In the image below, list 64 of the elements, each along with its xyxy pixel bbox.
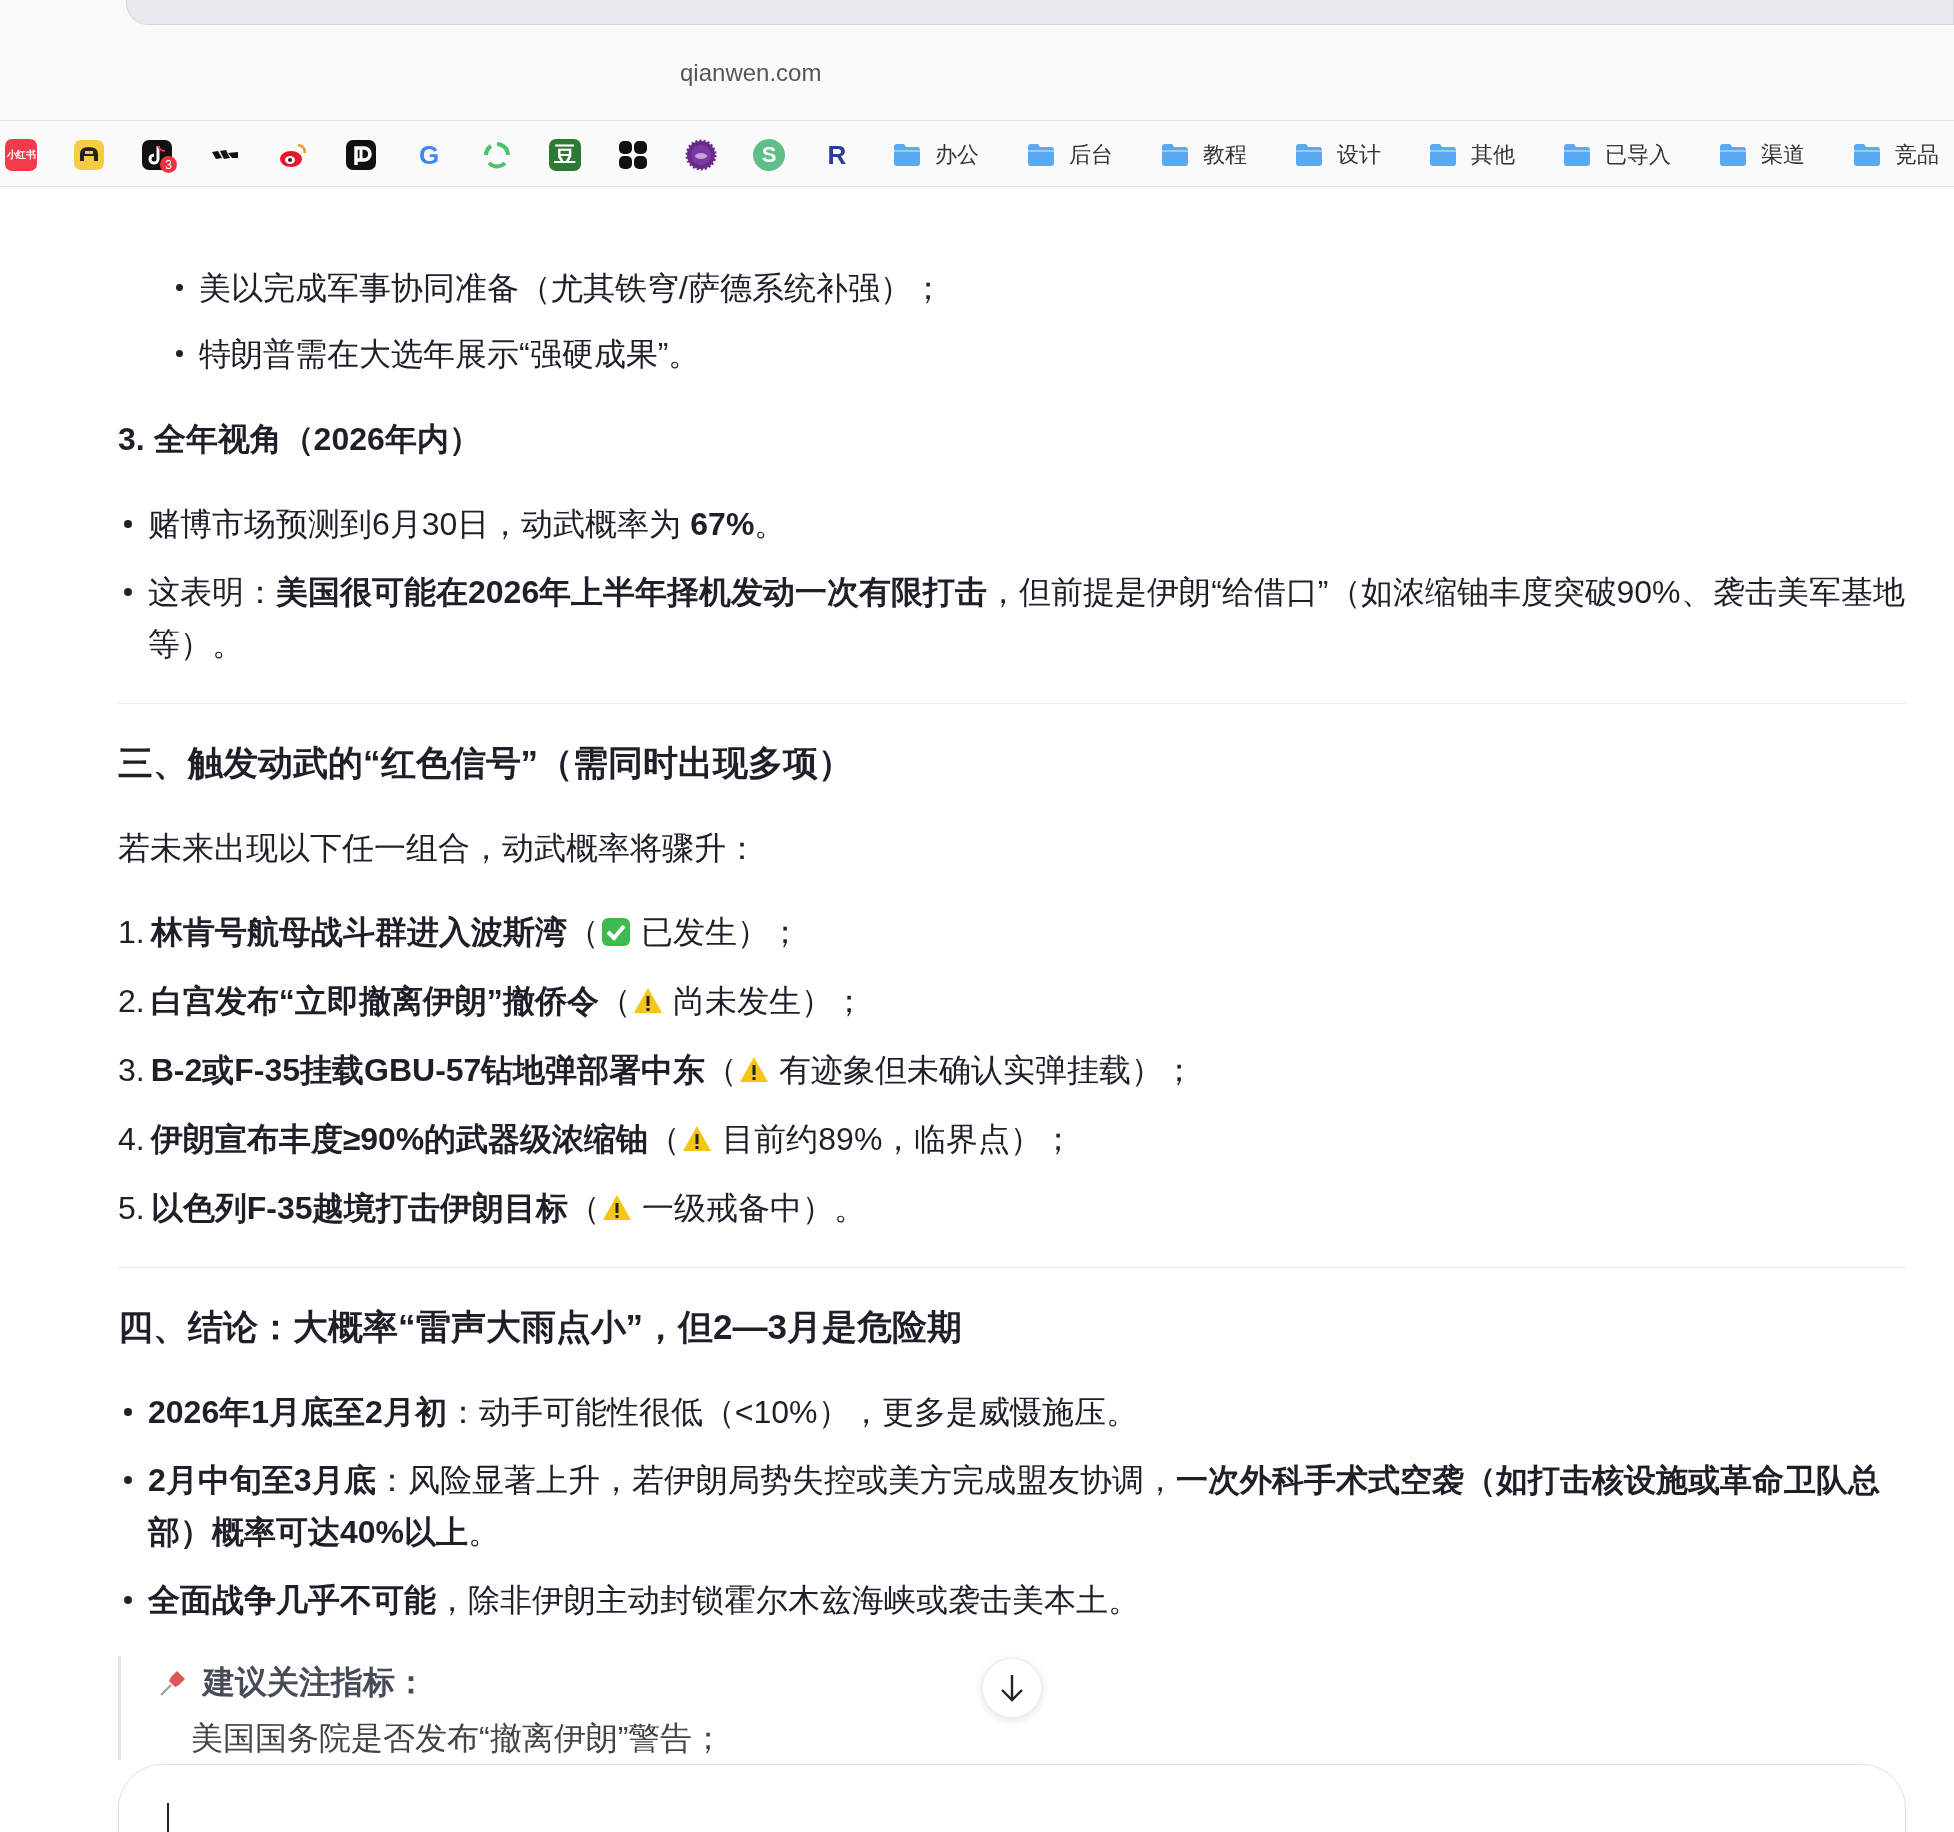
- section-heading: 三、触发动武的“红色信号”（需同时出现多项）: [118, 742, 854, 784]
- bullet-dot: [124, 588, 132, 596]
- bookmark-folder[interactable]: 教程: [1161, 140, 1247, 170]
- address-text[interactable]: qianwen.com: [680, 58, 822, 87]
- folder-icon: [1295, 143, 1323, 167]
- paragraph-text: 若未来出现以下任一组合，动武概率将骤升：: [118, 829, 759, 868]
- bullet-dot: [124, 1476, 132, 1484]
- status-note: 目前约89%，临界点）；: [722, 1120, 1075, 1159]
- list-number: 3.: [118, 1051, 145, 1090]
- list-item-text: 特朗普需在大选年展示“强硬成果”。: [199, 335, 701, 374]
- character-tile-icon[interactable]: 豆: [549, 139, 581, 171]
- bullet-dot: [124, 1408, 132, 1416]
- letter-logo-icon[interactable]: R: [821, 139, 853, 171]
- section-heading: 四、结论：大概率“雷声大雨点小”，但2—3月是危险期: [118, 1306, 963, 1348]
- list-item-text: 赌博市场预测到6月30日，动武概率为 67%。: [148, 505, 787, 544]
- list-item-text: 全面战争几乎不可能，除非伊朗主动封锁霍尔木兹海峡或袭击美本土。: [148, 1581, 1140, 1620]
- bookmark-folder[interactable]: 后台: [1027, 140, 1113, 170]
- music-note-icon[interactable]: [141, 139, 173, 171]
- list-number: 1.: [118, 913, 145, 952]
- callout-title: 建议关注指标：: [203, 1663, 427, 1702]
- folder-icon: [1429, 143, 1457, 167]
- bullet-dot: [124, 1596, 132, 1604]
- folder-icon: [893, 143, 921, 167]
- list-item-text: 美国国务院是否发布“撤离伊朗”警告；: [191, 1719, 725, 1758]
- four-squares-icon[interactable]: [617, 139, 649, 171]
- status-note: 一级戒备中）。: [642, 1189, 867, 1228]
- list-item-text: 美以完成军事协同准备（尤其铁穹/萨德系统补强）；: [199, 269, 944, 308]
- car-face-icon[interactable]: [73, 139, 105, 171]
- list-item-text: 2月中旬至3月底：风险显著上升，若伊朗局势失控或美方完成盟友协调，一次外科手术式空袭（如打击核设施或革命卫队总部）概率可达40%以上。: [148, 1461, 1881, 1552]
- folder-icon: [1853, 143, 1881, 167]
- bullet-dot: [176, 284, 183, 291]
- bookmark-folder[interactable]: 设计: [1295, 140, 1381, 170]
- bullet-dot: [124, 520, 132, 528]
- down-arrow-icon: [999, 1673, 1025, 1703]
- list-number: 2.: [118, 982, 145, 1021]
- list-item-text: 以色列F-35越境打击伊朗目标（: [150, 1189, 601, 1228]
- bookmark-folder[interactable]: 其他: [1429, 140, 1515, 170]
- bookmark-folder[interactable]: 办公: [893, 140, 979, 170]
- status-note: 尚未发生）；: [672, 982, 865, 1021]
- list-number: 5.: [118, 1189, 145, 1228]
- notification-badge: 3: [160, 156, 177, 173]
- list-item-text: 这表明：美国很可能在2026年上半年择机发动一次有限打击，但前提是伊朗“给借口”（如浓缩铀丰度突破90%、袭击美军基地等）。: [148, 573, 1906, 664]
- list-item-text: 伊朗宣布丰度≥90%的武器级浓缩铀（: [150, 1120, 681, 1159]
- text-cursor: [167, 1803, 169, 1832]
- bookmark-folder[interactable]: 渠道: [1719, 140, 1805, 170]
- folder-icon: [1161, 143, 1189, 167]
- list-item-text: 2026年1月底至2月初：动手可能性很低（<10%），更多是威慑施压。: [148, 1393, 1138, 1432]
- bullet-dot: [176, 350, 183, 357]
- list-item-text: 白宫发布“立即撤离伊朗”撤侨令（: [150, 982, 631, 1021]
- spiky-ball-icon[interactable]: [685, 139, 717, 171]
- folder-icon: [1027, 143, 1055, 167]
- p-logo-icon[interactable]: [345, 139, 377, 171]
- text-tile-icon[interactable]: 小红书: [5, 139, 37, 171]
- status-note: 已发生）；: [640, 913, 801, 952]
- folder-icon: [1563, 143, 1591, 167]
- list-item-text: B-2或F-35挂载GBU-57钻地弹部署中东（: [150, 1051, 738, 1090]
- section-subheading: 3. 全年视角（2026年内）: [118, 420, 482, 459]
- scroll-down-button[interactable]: [982, 1658, 1042, 1718]
- status-note: 有迹象但未确认实弹挂载）；: [779, 1051, 1196, 1090]
- list-number: 4.: [118, 1120, 145, 1159]
- list-item-text: 林肯号航母战斗群进入波斯湾（: [150, 913, 599, 952]
- bookmark-folder[interactable]: 竞品: [1853, 140, 1939, 170]
- bookmark-folder[interactable]: 已导入: [1563, 140, 1671, 170]
- folder-icon: [1719, 143, 1747, 167]
